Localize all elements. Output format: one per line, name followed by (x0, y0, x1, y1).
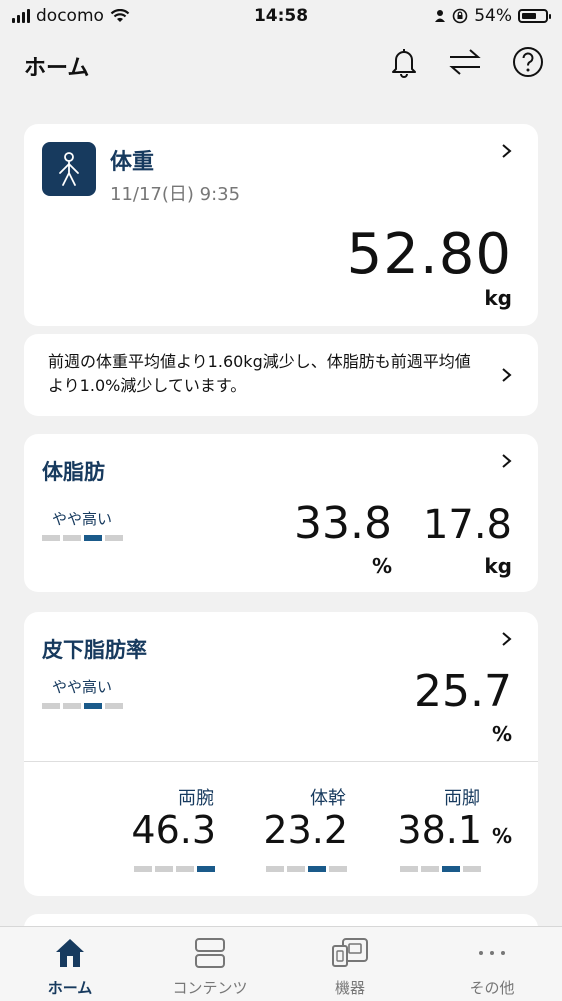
level-segment (176, 866, 194, 872)
tab-devices-label: 機器 (334, 979, 365, 997)
level-segment (105, 535, 123, 541)
level-segment (400, 866, 418, 872)
body-fat-level-indicator (42, 535, 123, 541)
level-segment (42, 535, 60, 541)
chevron-right-icon (502, 454, 512, 468)
subcutaneous-fat-card[interactable]: 皮下脂肪率 やや高い 25.7 % 両腕 46.3 体幹 23.2 両脚 38.… (24, 612, 538, 896)
level-segment (84, 535, 102, 541)
home-icon (56, 939, 84, 967)
level-segment (308, 866, 326, 872)
body-fat-title: 体脂肪 (42, 460, 105, 484)
chevron-right-icon (502, 632, 512, 646)
more-icon (479, 951, 505, 955)
level-segment (134, 866, 152, 872)
segment-arms-label: 両腕 (178, 788, 214, 809)
weight-card[interactable]: 体重 11/17(日) 9:35 52.80 kg (24, 124, 538, 326)
tab-bar: ホーム コンテンツ 機器 その他 (0, 926, 562, 1001)
sync-icon[interactable] (448, 47, 482, 77)
level-segment (463, 866, 481, 872)
rotation-lock-icon (452, 8, 468, 24)
body-fat-percent-unit: % (371, 554, 392, 578)
tab-home-label: ホーム (47, 979, 93, 997)
page-title: ホーム (24, 56, 90, 81)
level-segment (197, 866, 215, 872)
subcutaneous-level-indicator (42, 703, 123, 709)
segment-unit: % (492, 824, 513, 848)
level-segment (42, 703, 60, 709)
level-segment (329, 866, 347, 872)
level-segment (442, 866, 460, 872)
segment-arms-value: 46.3 (131, 808, 216, 852)
subcutaneous-unit: % (491, 722, 512, 746)
chevron-right-icon (502, 368, 512, 382)
tab-home[interactable]: ホーム (0, 927, 140, 1001)
subcutaneous-value: 25.7 (414, 666, 512, 717)
segment-legs-label: 両脚 (444, 788, 480, 809)
weight-value: 52.80 (346, 222, 512, 287)
body-fat-percent: 33.8 (294, 498, 392, 549)
subcutaneous-title: 皮下脂肪率 (42, 638, 147, 662)
level-segment (63, 703, 81, 709)
weight-date: 11/17(日) 9:35 (110, 184, 241, 205)
segment-trunk-level-indicator (266, 866, 347, 872)
level-segment (155, 866, 173, 872)
level-segment (287, 866, 305, 872)
segment-arms-level-indicator (134, 866, 215, 872)
tab-more-label: その他 (469, 979, 515, 997)
segment-trunk-label: 体幹 (310, 788, 346, 809)
person-icon (435, 10, 446, 22)
body-fat-mass-unit: kg (484, 554, 512, 578)
help-icon[interactable] (512, 46, 544, 78)
devices-icon (332, 938, 368, 967)
segment-trunk-value: 23.2 (263, 808, 348, 852)
divider (24, 761, 538, 762)
tab-contents-label: コンテンツ (172, 979, 248, 997)
tab-devices[interactable]: 機器 (280, 927, 420, 1001)
level-segment (84, 703, 102, 709)
body-icon (42, 142, 96, 196)
tab-more[interactable]: その他 (422, 927, 562, 1001)
app-header: ホーム (0, 40, 562, 90)
battery-percent: 54% (474, 6, 512, 26)
status-right: 54% (434, 6, 551, 26)
tab-contents[interactable]: コンテンツ (140, 927, 280, 1001)
chevron-right-icon (502, 144, 512, 158)
weight-unit: kg (484, 286, 512, 310)
segment-legs-value: 38.1 (397, 808, 482, 852)
level-segment (266, 866, 284, 872)
contents-icon (195, 938, 225, 968)
header-actions (390, 46, 544, 78)
bell-icon[interactable] (390, 46, 418, 78)
weight-title: 体重 (110, 150, 155, 175)
level-segment (421, 866, 439, 872)
level-segment (63, 535, 81, 541)
status-bar: docomo 14:58 54% (0, 0, 562, 32)
message-text: 前週の体重平均値より1.60kg減少し、体脂肪も前週平均値より1.0%減少してい… (48, 352, 471, 395)
body-fat-mass: 17.8 (422, 502, 512, 548)
segment-legs-level-indicator (400, 866, 481, 872)
battery-icon (518, 9, 551, 23)
weight-change-message[interactable]: 前週の体重平均値より1.60kg減少し、体脂肪も前週平均値より1.0%減少してい… (24, 334, 538, 416)
body-fat-level: やや高い (52, 510, 113, 528)
body-fat-card[interactable]: 体脂肪 やや高い 33.8 % 17.8 kg (24, 434, 538, 592)
subcutaneous-level: やや高い (52, 678, 113, 696)
level-segment (105, 703, 123, 709)
